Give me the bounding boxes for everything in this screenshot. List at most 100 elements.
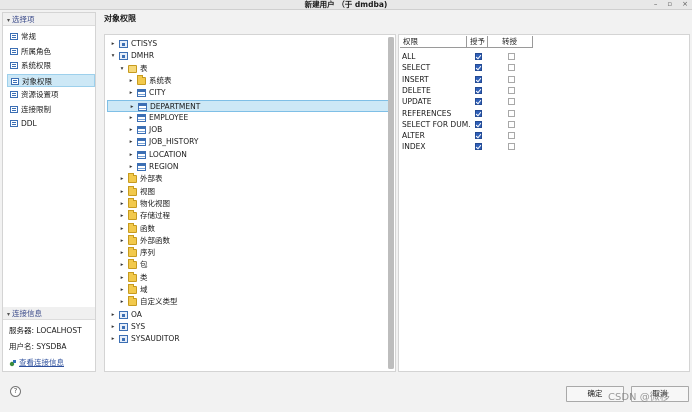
expand-arrow-icon[interactable]: ▸: [128, 101, 136, 113]
expand-arrow-icon[interactable]: ▸: [118, 198, 126, 210]
folder-icon: [128, 222, 137, 233]
expand-arrow-icon[interactable]: ▸: [118, 296, 126, 308]
nav-item-label: 对象权限: [22, 76, 52, 86]
collapse-arrow-icon[interactable]: ▾: [109, 50, 117, 62]
expand-arrow-icon[interactable]: ▸: [118, 223, 126, 235]
regrant-checkbox[interactable]: [508, 98, 515, 106]
tree-node[interactable]: ▸ CITY: [105, 87, 389, 99]
window-title: 新建用户 （于 dmdba): [304, 0, 388, 9]
tree-node[interactable]: ▸ REGION: [105, 161, 389, 173]
grant-checkbox[interactable]: [475, 143, 482, 151]
tree-node[interactable]: ▸ JOB_HISTORY: [105, 136, 389, 148]
schema-icon: [119, 310, 128, 319]
regrant-checkbox[interactable]: [508, 120, 515, 128]
tree-node[interactable]: ▸ SYSAUDITOR: [105, 333, 389, 345]
tree-node[interactable]: ▸ EMPLOYEE: [105, 112, 389, 124]
expand-arrow-icon[interactable]: ▸: [109, 309, 117, 321]
nav-item[interactable]: 系统权限: [7, 59, 95, 72]
expand-arrow-icon[interactable]: ▸: [118, 272, 126, 284]
scrollbar-thumb[interactable]: [388, 37, 394, 369]
tree-node-label: 物化视图: [140, 198, 170, 208]
grant-checkbox[interactable]: [475, 86, 482, 94]
nav-item[interactable]: 对象权限: [7, 73, 95, 87]
tree-node[interactable]: ▾ 表: [105, 63, 389, 75]
collapse-arrow-icon[interactable]: ▾: [118, 63, 126, 75]
grant-checkbox[interactable]: [475, 109, 482, 117]
folder-icon: [128, 296, 137, 307]
grant-checkbox[interactable]: [475, 98, 482, 106]
tree-node[interactable]: ▸ JOB: [105, 124, 389, 136]
tree-node[interactable]: ▸ 物化视图: [105, 197, 389, 210]
select-section-header[interactable]: ▾ 选择项: [3, 13, 95, 26]
grant-checkbox[interactable]: [475, 75, 482, 83]
grant-checkbox[interactable]: [475, 64, 482, 72]
expand-arrow-icon[interactable]: ▸: [127, 75, 135, 87]
privilege-name: UPDATE: [402, 97, 432, 107]
expand-arrow-icon[interactable]: ▸: [118, 284, 126, 296]
tree-scrollbar[interactable]: [388, 37, 394, 369]
regrant-checkbox[interactable]: [508, 86, 515, 94]
tree-node-label: DEPARTMENT: [150, 101, 201, 111]
tree-node[interactable]: ▸ OA: [105, 309, 389, 321]
nav-item[interactable]: DDL: [7, 117, 95, 130]
expand-arrow-icon[interactable]: ▸: [127, 161, 135, 173]
regrant-checkbox[interactable]: [508, 75, 515, 83]
tree-node[interactable]: ▸ 视图: [105, 185, 389, 198]
connection-section-header[interactable]: ▾ 连接信息: [3, 307, 95, 320]
expand-arrow-icon[interactable]: ▸: [118, 210, 126, 222]
expand-arrow-icon[interactable]: ▸: [127, 136, 135, 148]
expand-arrow-icon[interactable]: ▸: [118, 235, 126, 247]
expand-arrow-icon[interactable]: ▸: [127, 124, 135, 136]
expand-arrow-icon[interactable]: ▸: [127, 112, 135, 124]
expand-arrow-icon[interactable]: ▸: [127, 87, 135, 99]
tree-node[interactable]: ▸ 函数: [105, 222, 389, 235]
tree-node[interactable]: ▸ SYS: [105, 321, 389, 333]
tree-node[interactable]: ▸ 系统表: [105, 74, 389, 87]
expand-arrow-icon[interactable]: ▸: [118, 186, 126, 198]
nav-item[interactable]: 资源设置项: [7, 88, 95, 101]
tree-node-label: 系统表: [149, 75, 172, 85]
regrant-checkbox[interactable]: [508, 109, 515, 117]
grant-checkbox[interactable]: [475, 132, 482, 140]
expand-arrow-icon[interactable]: ▸: [109, 38, 117, 50]
tree-node[interactable]: ▸ 外部表: [105, 173, 389, 185]
left-panel: ▾ 选择项 常规 所属角色 系统权限 对象权限 资源设置项 连接限制 DDL ▾ 连接信息 服务…: [2, 12, 96, 372]
tree-node[interactable]: ▸ 自定义类型: [105, 296, 389, 308]
regrant-checkbox[interactable]: [508, 143, 515, 151]
tree-node[interactable]: ▸ 序列: [105, 247, 389, 259]
tree-node[interactable]: ▸ 存储过程: [105, 210, 389, 222]
tree-node-label: 视图: [140, 186, 155, 196]
expand-arrow-icon[interactable]: ▸: [127, 149, 135, 161]
grant-checkbox[interactable]: [475, 120, 482, 128]
expand-arrow-icon[interactable]: ▸: [118, 247, 126, 259]
table-icon: [138, 102, 147, 111]
regrant-checkbox[interactable]: [508, 132, 515, 140]
tree-node[interactable]: ▸ CTISYS: [105, 38, 389, 50]
tree-node[interactable]: ▸ 域: [105, 284, 389, 296]
regrant-checkbox[interactable]: [508, 64, 515, 72]
maximize-button[interactable]: ▫: [667, 0, 672, 9]
nav-item-label: 连接限制: [21, 104, 51, 114]
tree-node[interactable]: ▸ 外部函数: [105, 234, 389, 247]
view-connection-link[interactable]: 查看连接信息: [9, 357, 95, 369]
tree-node[interactable]: ▾ DMHR: [105, 50, 389, 62]
regrant-checkbox[interactable]: [508, 53, 515, 60]
tree-node[interactable]: ▸ DEPARTMENT: [107, 99, 389, 113]
nav-item[interactable]: 常规: [7, 30, 95, 43]
help-icon[interactable]: ?: [10, 386, 21, 397]
tree-node-label: 函数: [140, 223, 155, 233]
tree-node[interactable]: ▸ 包: [105, 259, 389, 271]
expand-arrow-icon[interactable]: ▸: [118, 173, 126, 185]
tree-node[interactable]: ▸ 类: [105, 271, 389, 284]
tree-node[interactable]: ▸ LOCATION: [105, 149, 389, 161]
expand-arrow-icon[interactable]: ▸: [109, 321, 117, 333]
nav-item[interactable]: 连接限制: [7, 103, 95, 116]
expand-arrow-icon[interactable]: ▸: [118, 259, 126, 271]
minimize-button[interactable]: –: [654, 0, 658, 9]
close-button[interactable]: ×: [682, 0, 688, 9]
expand-arrow-icon[interactable]: ▸: [109, 333, 117, 345]
form-icon: [10, 91, 18, 98]
nav-item[interactable]: 所属角色: [7, 45, 95, 58]
grant-checkbox[interactable]: [475, 53, 482, 60]
object-tree[interactable]: ▸ CTISYS ▾ DMHR ▾ 表 ▸ 系统表 ▸ CITY ▸ DEPARTMENT ▸ EMPLO…: [104, 34, 396, 372]
